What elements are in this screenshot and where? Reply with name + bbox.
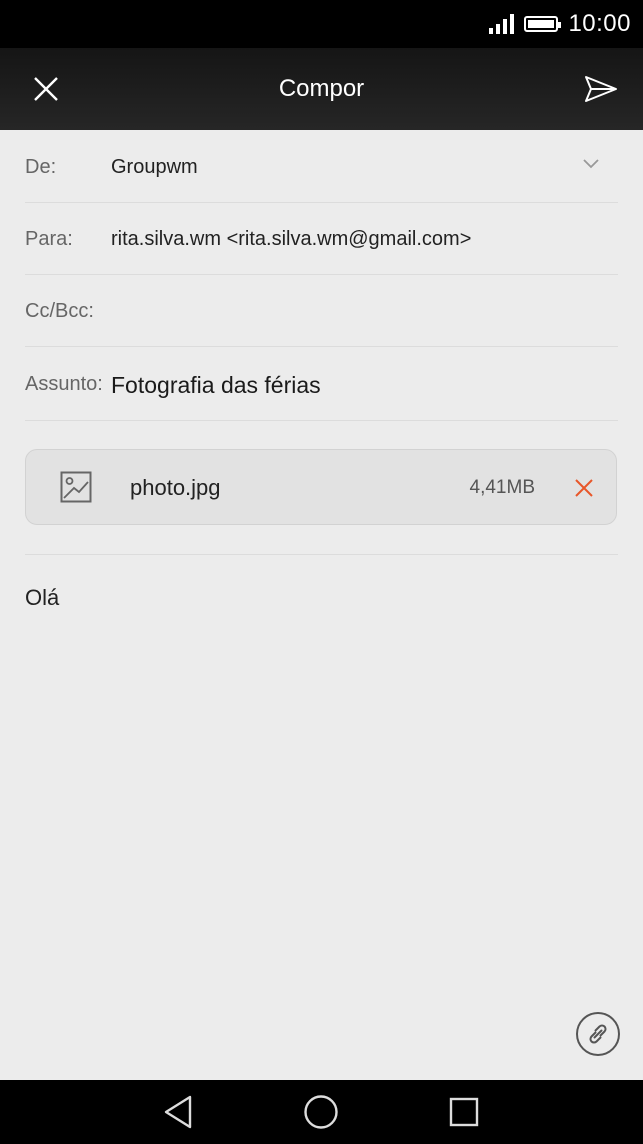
cc-bcc-row: Cc/Bcc: bbox=[25, 275, 618, 347]
from-row[interactable]: De: Groupwm bbox=[25, 131, 618, 203]
send-icon bbox=[585, 76, 617, 102]
attach-button[interactable] bbox=[576, 1012, 620, 1056]
navigation-bar bbox=[0, 1080, 643, 1144]
attachment-name: photo.jpg bbox=[130, 475, 221, 500]
chevron-down-icon[interactable] bbox=[582, 157, 600, 169]
image-file-icon bbox=[60, 471, 92, 503]
subject-label: Assunto: bbox=[25, 373, 103, 395]
to-field[interactable]: rita.silva.wm <rita.silva.wm@gmail.com> bbox=[111, 203, 471, 275]
signal-icon bbox=[489, 14, 515, 34]
back-button[interactable] bbox=[158, 1092, 198, 1132]
back-icon bbox=[164, 1095, 192, 1129]
to-label: Para: bbox=[25, 228, 73, 250]
paperclip-icon bbox=[589, 1024, 607, 1044]
status-time: 10:00 bbox=[568, 10, 631, 37]
page-title: Compor bbox=[278, 75, 365, 102]
recents-button[interactable] bbox=[444, 1092, 484, 1132]
close-icon bbox=[575, 479, 593, 497]
status-bar: 10:00 bbox=[0, 0, 643, 48]
divider bbox=[25, 554, 618, 555]
subject-row: Assunto: Fotografia das férias bbox=[25, 347, 618, 421]
send-button[interactable] bbox=[577, 65, 625, 113]
message-body[interactable]: Olá bbox=[25, 585, 59, 611]
from-value: Groupwm bbox=[111, 156, 198, 178]
toolbar: Compor bbox=[0, 48, 643, 130]
subject-field[interactable]: Fotografia das férias bbox=[111, 347, 321, 421]
attachment-item[interactable]: photo.jpg 4,41MB bbox=[25, 449, 617, 525]
attachment-size: 4,41MB bbox=[469, 477, 535, 498]
home-button[interactable] bbox=[301, 1092, 341, 1132]
battery-icon bbox=[524, 16, 562, 32]
cc-bcc-field[interactable] bbox=[111, 275, 591, 347]
from-label: De: bbox=[25, 156, 57, 178]
to-row: Para: rita.silva.wm <rita.silva.wm@gmail… bbox=[25, 203, 618, 275]
home-icon bbox=[304, 1095, 338, 1129]
recents-icon bbox=[449, 1097, 479, 1127]
remove-attachment-button[interactable] bbox=[568, 472, 600, 504]
cc-bcc-label: Cc/Bcc: bbox=[25, 300, 94, 322]
